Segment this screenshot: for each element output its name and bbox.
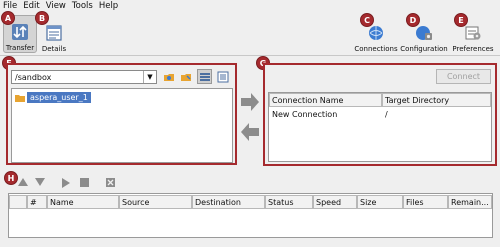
details-icon [46, 25, 62, 41]
arrow-left-icon[interactable] [240, 122, 260, 142]
list-view-icon[interactable] [217, 71, 229, 83]
stop-icon[interactable] [80, 178, 89, 187]
marker-b: B [35, 11, 49, 25]
arrow-right-icon[interactable] [240, 92, 260, 112]
grid-view-icon [200, 73, 210, 81]
local-files-panel: /sandbox ▼ aspera_user_1 [6, 63, 237, 165]
remote-connections-panel: Connect Connection Name Target Directory… [263, 63, 497, 166]
chevron-down-icon[interactable]: ▼ [143, 71, 156, 83]
connect-button[interactable]: Connect [436, 69, 491, 84]
marker-c: C [360, 13, 374, 27]
menu-bar: File Edit View Tools Help [0, 0, 500, 12]
transfer-label: Transfer [5, 44, 35, 52]
column-header-speed[interactable]: Speed [313, 195, 357, 209]
move-down-icon[interactable] [35, 178, 45, 186]
local-file-tree[interactable]: aspera_user_1 [11, 88, 233, 163]
details-label: Details [41, 45, 67, 53]
remove-icon[interactable] [106, 178, 115, 187]
column-header-select[interactable] [9, 195, 27, 209]
connection-row-dir[interactable]: / [385, 110, 388, 119]
marker-a: A [1, 11, 15, 25]
move-up-icon[interactable] [18, 178, 28, 186]
connections-icon [369, 26, 383, 40]
folder-icon [15, 94, 25, 102]
connections-label: Connections [354, 45, 398, 53]
connection-row-name[interactable]: New Connection [272, 110, 337, 119]
detail-view-toggle[interactable] [197, 69, 212, 84]
local-path-value: /sandbox [15, 72, 52, 82]
queue-controls [0, 170, 500, 194]
marker-e: E [454, 13, 468, 27]
tree-item[interactable]: aspera_user_1 [15, 92, 91, 103]
configuration-label: Configuration [400, 45, 448, 53]
preferences-label: Preferences [452, 45, 494, 53]
menu-edit[interactable]: Edit [23, 1, 39, 11]
column-header-name[interactable]: Name [47, 195, 119, 209]
configuration-icon [416, 26, 432, 40]
tree-item-label: aspera_user_1 [27, 92, 91, 103]
column-header-target-directory[interactable]: Target Directory [382, 93, 491, 107]
toolbar: Transfer Details Connections Configurati… [0, 12, 500, 56]
column-header-files[interactable]: Files [403, 195, 448, 209]
transfer-queue-table[interactable]: # Name Source Destination Status Speed S… [8, 193, 493, 238]
column-header-remaining[interactable]: Remain... [448, 195, 492, 209]
column-header-destination[interactable]: Destination [192, 195, 265, 209]
menu-file[interactable]: File [3, 1, 17, 11]
local-path-select[interactable]: /sandbox ▼ [11, 70, 157, 84]
column-header-size[interactable]: Size [357, 195, 403, 209]
menu-tools[interactable]: Tools [72, 1, 93, 11]
play-icon[interactable] [62, 178, 70, 188]
menu-view[interactable]: View [46, 1, 66, 11]
new-folder-icon[interactable] [180, 71, 192, 83]
up-folder-icon[interactable] [163, 71, 175, 83]
column-header-number[interactable]: # [27, 195, 47, 209]
marker-d: D [406, 13, 420, 27]
connections-table[interactable]: Connection Name Target Directory New Con… [268, 92, 492, 162]
preferences-icon [465, 26, 481, 40]
column-header-status[interactable]: Status [265, 195, 313, 209]
column-header-source[interactable]: Source [119, 195, 192, 209]
transfer-icon [12, 24, 28, 40]
menu-help[interactable]: Help [99, 1, 118, 11]
column-header-connection-name[interactable]: Connection Name [269, 93, 382, 107]
